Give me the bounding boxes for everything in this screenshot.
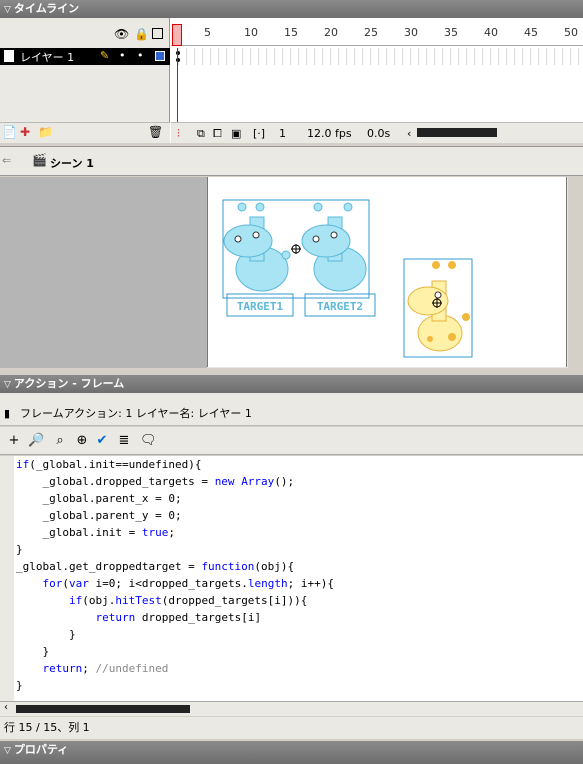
scroll-left-icon[interactable]: ‹ — [407, 126, 411, 141]
edit-multiple-frames-icon[interactable]: ▣ — [231, 126, 241, 141]
code-hscroll-thumb[interactable] — [16, 705, 190, 713]
code-line: for(var i=0; i<dropped_targets.length; i… — [42, 577, 334, 590]
code-line: } — [16, 679, 23, 692]
code-editor[interactable]: if(_global.init==undefined){ _global.dro… — [0, 456, 583, 701]
code-line: return dropped_targets[i] — [95, 611, 262, 624]
collapse-triangle-icon: ▽ — [4, 380, 11, 390]
actions-toolbar: + 🔎 ⌕ ⊕ ✔ ≣ 🗨 — [0, 427, 583, 455]
blue-giraffe-1[interactable] — [223, 202, 291, 292]
onion-skin-icon[interactable]: ⧉ — [197, 126, 205, 141]
frame-grid[interactable] — [171, 48, 583, 65]
insert-folder-icon[interactable]: 📁 — [38, 125, 53, 139]
add-statement-icon[interactable]: + — [6, 433, 22, 448]
layer-row[interactable]: レイヤー 1 ✎ • • — [0, 48, 170, 65]
properties-title: プロパティ — [13, 743, 69, 756]
auto-format-icon[interactable]: ≣ — [116, 433, 132, 448]
ruler-label: 10 — [244, 26, 258, 39]
ruler-label: 45 — [524, 26, 538, 39]
ruler-label: 20 — [324, 26, 338, 39]
layer-controls: 📄 ✚ 📁 🗑 — [0, 122, 170, 143]
add-motion-guide-icon[interactable]: ✚ — [20, 125, 30, 139]
actions-panel-title[interactable]: ▽ アクション - フレーム — [0, 375, 583, 393]
stage-canvas[interactable]: TARGET1 TARGET2 — [208, 177, 568, 367]
show-code-hint-icon[interactable]: 🗨 — [140, 433, 157, 448]
ruler-label: 35 — [444, 26, 458, 39]
frame-rate: 12.0 fps — [307, 127, 352, 140]
code-line: if(_global.init==undefined){ — [16, 458, 202, 471]
timeline-panel: 👁 🔒 レイヤー 1 ✎ • • 📄 ✚ 📁 🗑 1 5 10 15 20 25… — [0, 18, 583, 143]
visibility-dot[interactable]: • — [119, 49, 126, 62]
timeline-title: タイムライン — [13, 2, 80, 15]
layer-list: 👁 🔒 レイヤー 1 ✎ • • 📄 ✚ 📁 🗑 — [0, 18, 170, 143]
ruler-label: 5 — [204, 26, 211, 39]
playhead[interactable] — [172, 24, 182, 46]
collapse-triangle-icon: ▽ — [4, 5, 11, 15]
work-area — [0, 177, 207, 368]
blue-giraffe-2[interactable] — [301, 202, 367, 292]
ruler-label: 25 — [364, 26, 378, 39]
modify-onion-markers-icon[interactable]: [·] — [253, 126, 265, 141]
stage-vscroll[interactable] — [568, 177, 583, 368]
code-line: if(obj.hitTest(dropped_targets[i])){ — [68, 594, 308, 607]
code-line: _global.init = true; — [16, 526, 175, 539]
elapsed-time: 0.0s — [367, 127, 391, 140]
layer-name: レイヤー 1 — [20, 51, 75, 64]
code-line: _global.get_droppedtarget = function(obj… — [16, 560, 295, 573]
actions-spacer — [0, 393, 583, 402]
actions-title: アクション - フレーム — [13, 377, 125, 390]
scene-icon: 🎬 — [32, 153, 47, 167]
scene-label[interactable]: シーン 1 — [50, 155, 94, 171]
insert-target-path-icon[interactable]: ⊕ — [74, 433, 90, 448]
registration-point-icon — [291, 244, 301, 254]
current-frame: 1 — [279, 127, 286, 140]
ruler-label: 50 — [564, 26, 578, 39]
eye-icon[interactable]: 👁 — [114, 27, 129, 41]
replace-icon[interactable]: ⌕ — [52, 433, 68, 448]
pencil-icon: ✎ — [100, 49, 110, 62]
outline-color-swatch[interactable] — [155, 51, 165, 61]
stage[interactable]: TARGET1 TARGET2 — [207, 177, 567, 367]
lock-dot[interactable]: • — [137, 49, 144, 62]
target1-label: TARGET1 — [237, 300, 284, 313]
code-line: _global.dropped_targets = new Array(); — [16, 475, 295, 488]
lock-icon[interactable]: 🔒 — [134, 27, 149, 41]
code-line: _global.parent_y = 0; — [16, 509, 182, 522]
ruler-label: 30 — [404, 26, 418, 39]
timeline-panel-title[interactable]: ▽ タイムライン — [0, 0, 583, 18]
frame-script-icon: ▮ — [4, 407, 11, 420]
actions-info-text: フレームアクション: 1 レイヤー名: レイヤー 1 — [20, 407, 252, 420]
ruler-label: 40 — [484, 26, 498, 39]
outline-icon[interactable] — [152, 28, 163, 39]
layer-icon — [4, 50, 14, 62]
timeline-hscroll-thumb[interactable] — [417, 128, 497, 137]
center-frame-icon[interactable]: ⫶ — [177, 126, 180, 141]
code-status-line: 行 15 / 15、列 1 — [0, 717, 583, 739]
onion-skin-outlines-icon[interactable]: ⧠ — [213, 126, 222, 141]
layer-header: 👁 🔒 — [0, 24, 170, 44]
find-icon[interactable]: 🔎 — [28, 433, 44, 448]
delete-layer-icon[interactable]: 🗑 — [148, 125, 163, 139]
properties-panel-title[interactable]: ▽ プロパティ — [0, 741, 583, 764]
code-line: _global.parent_x = 0; — [16, 492, 182, 505]
code-line: } — [16, 543, 23, 556]
code-line: } — [16, 628, 76, 641]
code-hscroll[interactable]: ‹ — [0, 701, 583, 716]
collapse-triangle-icon: ▽ — [4, 746, 11, 756]
insert-layer-icon[interactable]: 📄 — [2, 125, 17, 139]
target2-label: TARGET2 — [317, 300, 363, 313]
edit-bar: ⇐ 🎬 シーン 1 — [0, 146, 583, 176]
code-line: return; //undefined — [42, 662, 169, 675]
yellow-giraffe[interactable] — [407, 261, 470, 352]
ruler-label: 15 — [284, 26, 298, 39]
actions-info-bar: ▮ フレームアクション: 1 レイヤー名: レイヤー 1 — [0, 402, 583, 426]
check-syntax-icon[interactable]: ✔ — [94, 433, 110, 448]
code-line: } — [16, 645, 50, 658]
back-arrow-icon[interactable]: ⇐ — [2, 154, 11, 167]
scroll-left-icon[interactable]: ‹ — [4, 702, 8, 713]
timeline-status-bar: ⫶ ⧉ ⧠ ▣ [·] 1 12.0 fps 0.0s ‹ — [171, 122, 583, 143]
frame-ruler[interactable]: 1 5 10 15 20 25 30 35 40 45 50 — [171, 24, 583, 46]
stage-area: TARGET1 TARGET2 — [0, 177, 583, 368]
